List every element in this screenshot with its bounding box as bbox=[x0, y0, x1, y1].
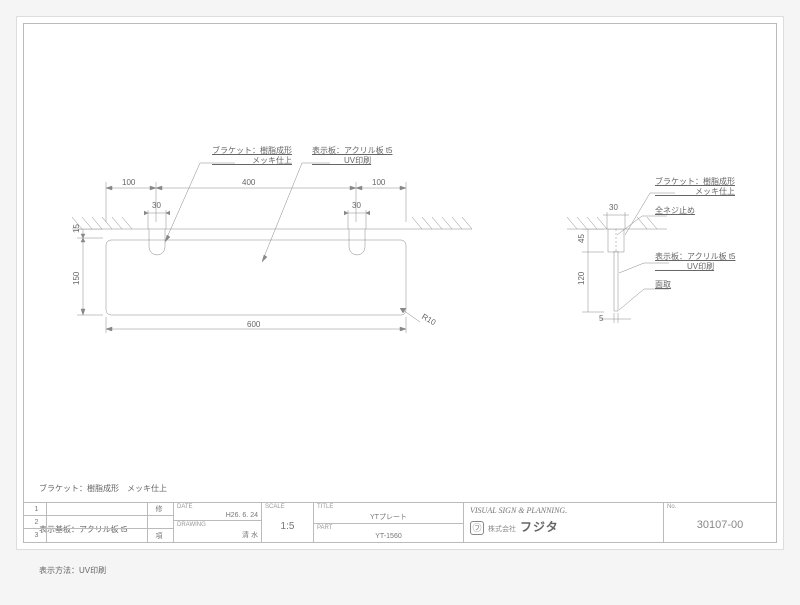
revision-table: 1 修 2 3 項 bbox=[24, 503, 174, 542]
drawing-sheet: 100 400 100 30 30 15 150 600 bbox=[16, 16, 784, 550]
side-bracket-callout: ブラケット：樹脂成形 メッキ仕上 bbox=[655, 177, 735, 198]
rev-3: 3 bbox=[27, 529, 47, 542]
company-prefix: 株式会社 bbox=[488, 524, 516, 534]
title-block: 1 修 2 3 項 DATE H26. 6. 24 DRAWING 清 水 SCAL… bbox=[24, 502, 776, 542]
front-dim-600: 600 bbox=[247, 320, 260, 330]
front-panel-leader bbox=[262, 157, 332, 267]
front-dim-15: 15 bbox=[72, 224, 82, 233]
side-dim-120: 120 bbox=[577, 272, 587, 285]
no-label: No. bbox=[664, 503, 776, 511]
side-dim-45: 45 bbox=[577, 234, 587, 243]
logo-mark: ㋫ bbox=[470, 521, 484, 535]
rev-2: 2 bbox=[27, 516, 47, 528]
part-value: YT-1560 bbox=[314, 532, 463, 541]
scale-value: 1:5 bbox=[262, 511, 313, 533]
front-bracket-leader bbox=[165, 157, 235, 247]
drawing-label: DRAWING bbox=[174, 521, 261, 529]
front-dim-30-left: 30 bbox=[152, 201, 161, 211]
side-dim-5 bbox=[601, 313, 631, 327]
front-dim-30-right: 30 bbox=[352, 201, 361, 211]
drawing-no: 30107-00 bbox=[664, 511, 776, 532]
note-1: ブラケット：樹脂成形 メッキ仕上 bbox=[39, 482, 167, 496]
rev-hdr-2: 修 bbox=[148, 503, 170, 515]
part-label: PART bbox=[314, 524, 463, 532]
side-screw-callout: 全ネジ止め bbox=[655, 206, 695, 216]
rev-hdr-3: 項 bbox=[148, 529, 170, 542]
front-dim-100-right: 100 bbox=[372, 178, 385, 188]
title-label: TITLE bbox=[314, 503, 463, 511]
side-dim-5-val: 5 bbox=[599, 314, 603, 324]
scale-label: SCALE bbox=[262, 503, 313, 511]
title-value: YTプレート bbox=[314, 511, 463, 523]
logo-tagline: VISUAL SIGN & PLANNING. bbox=[470, 506, 657, 515]
front-panel-callout: 表示板：アクリル板 t5 UV印刷 bbox=[312, 146, 393, 167]
front-bracket-right bbox=[348, 229, 368, 257]
front-dim-100-left: 100 bbox=[122, 178, 135, 188]
date-value: H26. 6. 24 bbox=[174, 511, 261, 520]
rev-1: 1 bbox=[27, 503, 47, 515]
drawer-value: 清 水 bbox=[174, 529, 261, 541]
company-name: フジタ bbox=[520, 518, 559, 535]
side-panel-callout: 表示板：アクリル板 t5 UV印刷 bbox=[655, 252, 736, 273]
front-dim-150: 150 bbox=[72, 272, 82, 285]
side-chamfer-callout: 面取 bbox=[655, 280, 671, 290]
date-label: DATE bbox=[174, 503, 261, 511]
front-dim-400: 400 bbox=[242, 178, 255, 188]
